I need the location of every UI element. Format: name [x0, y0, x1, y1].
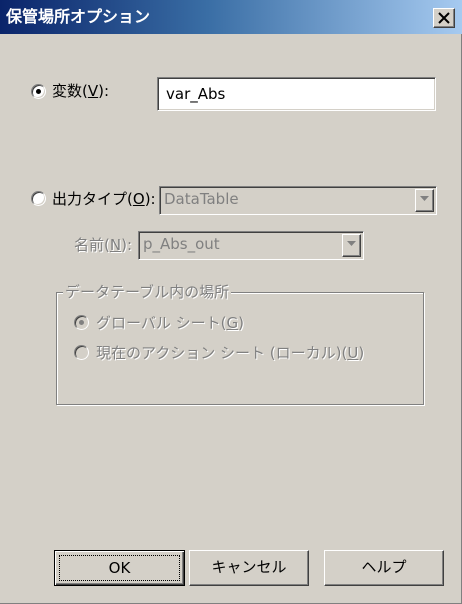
name-select[interactable]: p_Abs_out: [138, 231, 364, 260]
title-bar[interactable]: 保管場所オプション: [0, 0, 462, 34]
storage-location-options-dialog: 保管場所オプション 変数(V): var_Abs 出力タイプ(O): DataT…: [0, 0, 462, 604]
output-type-select[interactable]: DataTable: [159, 186, 437, 215]
variable-input-value: var_Abs: [166, 85, 226, 103]
output-type-radio[interactable]: [31, 191, 46, 206]
window-title: 保管場所オプション: [6, 7, 151, 26]
close-button[interactable]: [433, 8, 455, 28]
name-dropdown-button[interactable]: [342, 234, 361, 257]
variable-radio[interactable]: [31, 84, 46, 99]
global-sheet-label[interactable]: グローバル シート(G): [96, 314, 244, 332]
output-type-value: DataTable: [164, 190, 239, 208]
local-sheet-label[interactable]: 現在のアクション シート (ローカル)(U): [96, 344, 364, 362]
global-sheet-radio[interactable]: [74, 315, 89, 330]
variable-label[interactable]: 変数(V):: [52, 82, 109, 100]
cancel-button-label: キャンセル: [211, 558, 287, 576]
output-type-label[interactable]: 出力タイプ(O):: [52, 190, 156, 208]
chevron-down-icon: [347, 241, 356, 246]
name-label: 名前(N):: [74, 236, 133, 254]
ok-button-label: OK: [108, 559, 131, 577]
ok-button[interactable]: OK: [54, 550, 185, 586]
local-sheet-radio[interactable]: [74, 345, 89, 360]
group-legend: データテーブル内の場所: [63, 283, 232, 301]
name-value: p_Abs_out: [143, 235, 220, 253]
help-button-label: ヘルプ: [361, 558, 407, 576]
radio-dot-icon: [79, 320, 84, 325]
output-type-dropdown-button[interactable]: [415, 189, 434, 212]
close-icon: [438, 12, 450, 24]
variable-input[interactable]: var_Abs: [157, 77, 436, 111]
chevron-down-icon: [420, 196, 429, 201]
radio-dot-icon: [36, 89, 41, 94]
cancel-button[interactable]: キャンセル: [189, 550, 309, 586]
focus-rectangle: OK: [59, 555, 180, 581]
help-button[interactable]: ヘルプ: [324, 550, 444, 586]
